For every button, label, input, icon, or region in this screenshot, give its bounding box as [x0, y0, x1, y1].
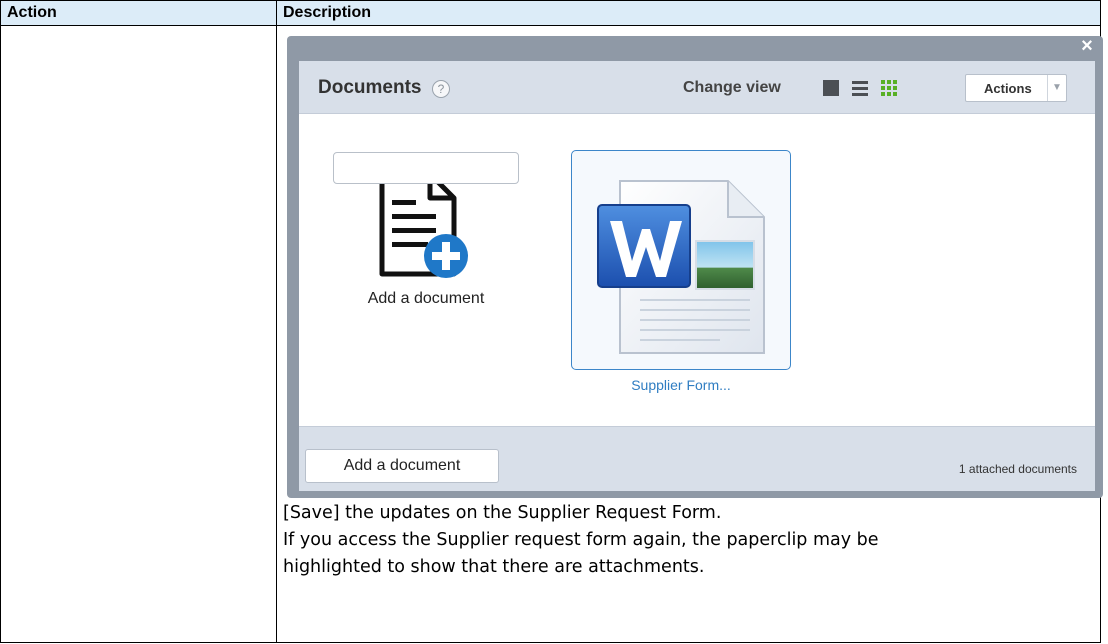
description-line: If you access the Supplier request form …	[283, 530, 879, 550]
description-cell: × Documents ? Change view Actions ▼ Add …	[276, 25, 1103, 643]
panel-header: Documents ? Change view Actions ▼	[299, 61, 1095, 114]
panel-title: Documents	[318, 77, 422, 98]
documents-panel: Documents ? Change view Actions ▼ Add a …	[299, 61, 1095, 491]
table-row: × Documents ? Change view Actions ▼ Add …	[0, 25, 1103, 643]
grid-view-icon[interactable]	[881, 80, 897, 96]
chevron-down-icon: ▼	[1047, 75, 1066, 101]
add-document-icon	[379, 171, 468, 278]
help-icon[interactable]: ?	[432, 80, 450, 98]
actions-label: Actions	[984, 81, 1032, 96]
procedure-table: Action Description × Documents ? Change …	[0, 0, 1103, 643]
file-name-link[interactable]: Supplier Form...	[569, 377, 793, 393]
change-view-label: Change view	[683, 79, 781, 96]
table-header-row: Action Description	[0, 0, 1101, 26]
add-document-label: Add a document	[367, 290, 485, 307]
document-name-input[interactable]	[333, 152, 519, 184]
documents-dialog: × Documents ? Change view Actions ▼ Add …	[287, 36, 1103, 498]
header-action: Action	[0, 0, 277, 26]
action-cell	[0, 25, 277, 643]
description-line: highlighted to show that there are attac…	[283, 557, 705, 577]
attached-count: 1 attached documents	[958, 462, 1077, 476]
large-icons-view-icon[interactable]	[823, 80, 839, 96]
actions-dropdown-button[interactable]: Actions ▼	[965, 74, 1067, 102]
word-document-icon	[597, 180, 765, 354]
close-icon[interactable]: ×	[1077, 36, 1097, 56]
documents-grid: Add a document Supplier Form...	[299, 114, 1095, 426]
panel-footer: Add a document 1 attached documents	[299, 426, 1095, 491]
list-view-icon[interactable]	[852, 80, 868, 96]
description-line: [Save] the updates on the Supplier Reque…	[283, 503, 722, 523]
add-document-button[interactable]: Add a document	[305, 449, 499, 483]
header-description: Description	[276, 0, 1101, 26]
description-text: [Save] the updates on the Supplier Reque…	[283, 500, 1108, 581]
file-tile-supplier-form[interactable]	[571, 150, 791, 370]
